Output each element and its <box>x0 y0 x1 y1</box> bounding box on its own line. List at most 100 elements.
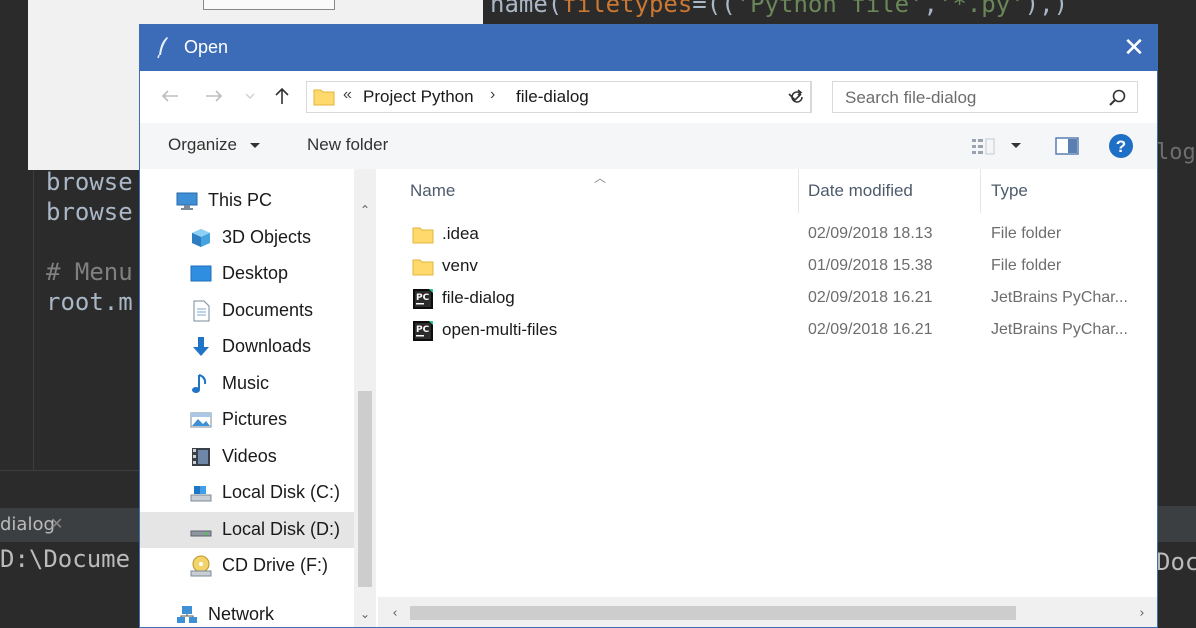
breadcrumb-separator-icon[interactable]: › <box>490 86 495 104</box>
recent-locations-button[interactable] <box>236 81 264 111</box>
address-bar[interactable]: « Project Python › file-dialog <box>306 81 811 113</box>
scroll-down-icon[interactable]: ⌄ <box>358 607 372 621</box>
file-type: File folder <box>991 225 1062 242</box>
background-code-top: name(filetypes=(('Python file','*.py'),) <box>490 0 1069 18</box>
nav-item-3d-objects[interactable]: 3D Objects <box>140 220 354 256</box>
background-code-comment: # Menu <box>46 258 133 286</box>
nav-item-desktop[interactable]: Desktop <box>140 256 354 292</box>
run-tab-close-icon[interactable]: ✕ <box>50 514 63 533</box>
new-folder-button[interactable]: New folder <box>307 135 388 155</box>
run-tab-label[interactable]: dialog <box>0 514 55 535</box>
column-header-type[interactable]: Type <box>981 169 1157 213</box>
nav-item-label: Local Disk (D:) <box>222 519 341 539</box>
scroll-right-icon[interactable]: › <box>1135 606 1149 621</box>
overflow-chevron-icon[interactable]: « <box>343 86 352 104</box>
nav-item-label: Network <box>208 604 275 624</box>
nav-item-label: This PC <box>208 190 273 210</box>
preview-pane-icon[interactable] <box>1054 135 1080 157</box>
nav-item-local-disk-c[interactable]: Local Disk (C:) <box>140 475 354 511</box>
file-row[interactable]: PC file-dialog 02/09/2018 16.21 JetBrain… <box>378 283 1148 315</box>
cd-drive-icon <box>190 555 212 577</box>
refresh-icon <box>790 89 803 103</box>
file-row[interactable]: venv 01/09/2018 15.38 File folder <box>378 251 1148 283</box>
change-view-icon[interactable] <box>970 135 996 157</box>
file-type: JetBrains PyChar... <box>991 289 1128 306</box>
forward-button[interactable] <box>200 81 228 111</box>
documents-icon <box>193 300 210 322</box>
nav-item-this-pc[interactable]: This PC <box>140 183 354 219</box>
search-box[interactable]: Search file-dialog <box>832 81 1138 113</box>
downloads-icon <box>193 337 209 356</box>
background-code-line: root.m <box>46 288 133 316</box>
background-side-bar <box>1158 506 1196 542</box>
desktop-icon <box>190 265 212 282</box>
column-header-label: Date modified <box>808 181 913 200</box>
open-file-dialog: Open ✕ « Project Python › file-dialog Se… <box>139 24 1158 628</box>
command-bar: Organize New folder ? <box>140 123 1157 169</box>
scrollbar-thumb[interactable] <box>358 391 372 587</box>
file-list: ︿ Name Date modified Type .idea 02/09/20… <box>378 169 1157 627</box>
nav-item-videos[interactable]: Videos <box>140 439 354 475</box>
svg-text:?: ? <box>1116 137 1126 156</box>
background-code-line: browse <box>46 168 133 196</box>
folder-icon <box>313 89 335 106</box>
scroll-up-icon[interactable]: ⌃ <box>358 203 372 217</box>
breadcrumb-project-python[interactable]: Project Python <box>363 87 474 107</box>
back-button[interactable] <box>156 81 184 111</box>
forward-arrow-icon <box>206 90 223 102</box>
column-header-name[interactable]: Name <box>378 169 798 213</box>
organize-dropdown-icon[interactable] <box>250 143 260 148</box>
run-output-text: D:\Docume <box>0 545 131 573</box>
up-button[interactable] <box>268 81 296 111</box>
file-type: JetBrains PyChar... <box>991 321 1128 338</box>
help-icon[interactable]: ? <box>1108 133 1134 159</box>
folder-icon <box>412 227 434 244</box>
nav-item-downloads[interactable]: Downloads <box>140 329 354 365</box>
file-date-modified: 01/09/2018 15.38 <box>808 257 933 274</box>
file-date-modified: 02/09/2018 16.21 <box>808 321 933 338</box>
svg-text:PC: PC <box>416 293 430 303</box>
file-date-modified: 02/09/2018 16.21 <box>808 289 933 306</box>
organize-button[interactable]: Organize <box>168 135 237 155</box>
nav-item-local-disk-d[interactable]: Local Disk (D:) <box>140 512 354 548</box>
nav-item-label: Videos <box>222 446 277 466</box>
close-button[interactable]: ✕ <box>1111 25 1157 71</box>
file-name: file-dialog <box>442 288 515 307</box>
nav-item-music[interactable]: Music <box>140 366 354 402</box>
svg-text:PC: PC <box>416 325 430 335</box>
nav-item-pictures[interactable]: Pictures <box>140 402 354 438</box>
file-row[interactable]: PC open-multi-files 02/09/2018 16.21 Jet… <box>378 315 1148 347</box>
run-output-text-right: Doc <box>1156 548 1196 576</box>
nav-item-label: Desktop <box>222 263 289 283</box>
nav-item-documents[interactable]: Documents <box>140 293 354 329</box>
scrollbar-thumb[interactable] <box>410 606 1016 620</box>
music-icon <box>192 374 207 393</box>
dialog-titlebar[interactable]: Open ✕ <box>140 25 1157 71</box>
nav-item-cd-drive-f[interactable]: CD Drive (F:) <box>140 548 354 584</box>
pycharm-file-icon: PC <box>413 321 433 341</box>
scroll-left-icon[interactable]: ‹ <box>388 606 402 621</box>
navigation-pane: This PC 3D Objects Desktop Documents Dow… <box>140 169 378 627</box>
nav-item-label: Downloads <box>222 336 312 356</box>
refresh-button[interactable] <box>782 81 812 113</box>
column-header-date-modified[interactable]: Date modified <box>799 169 980 213</box>
nav-item-network[interactable]: Network <box>140 597 354 627</box>
navigation-bar: « Project Python › file-dialog Search fi… <box>140 71 1157 123</box>
file-list-horizontal-scrollbar[interactable]: ‹ › <box>378 597 1157 627</box>
3d-objects-icon <box>192 229 210 247</box>
dialog-title: Open <box>184 37 229 57</box>
videos-icon <box>192 448 210 466</box>
search-input[interactable]: Search file-dialog <box>845 88 976 108</box>
search-icon[interactable] <box>1107 88 1127 108</box>
file-row[interactable]: .idea 02/09/2018 18.13 File folder <box>378 219 1148 251</box>
file-name: venv <box>442 256 478 275</box>
pycharm-file-icon: PC <box>413 289 433 309</box>
file-name: .idea <box>442 224 479 243</box>
editor-gutter-line <box>33 170 34 470</box>
navigation-pane-scrollbar[interactable]: ⌃ ⌄ <box>354 169 376 627</box>
pictures-icon <box>190 412 212 428</box>
breadcrumb-file-dialog[interactable]: file-dialog <box>516 87 589 107</box>
view-dropdown-icon[interactable] <box>1011 143 1021 148</box>
network-icon <box>177 606 197 623</box>
nav-item-label: 3D Objects <box>222 227 312 247</box>
